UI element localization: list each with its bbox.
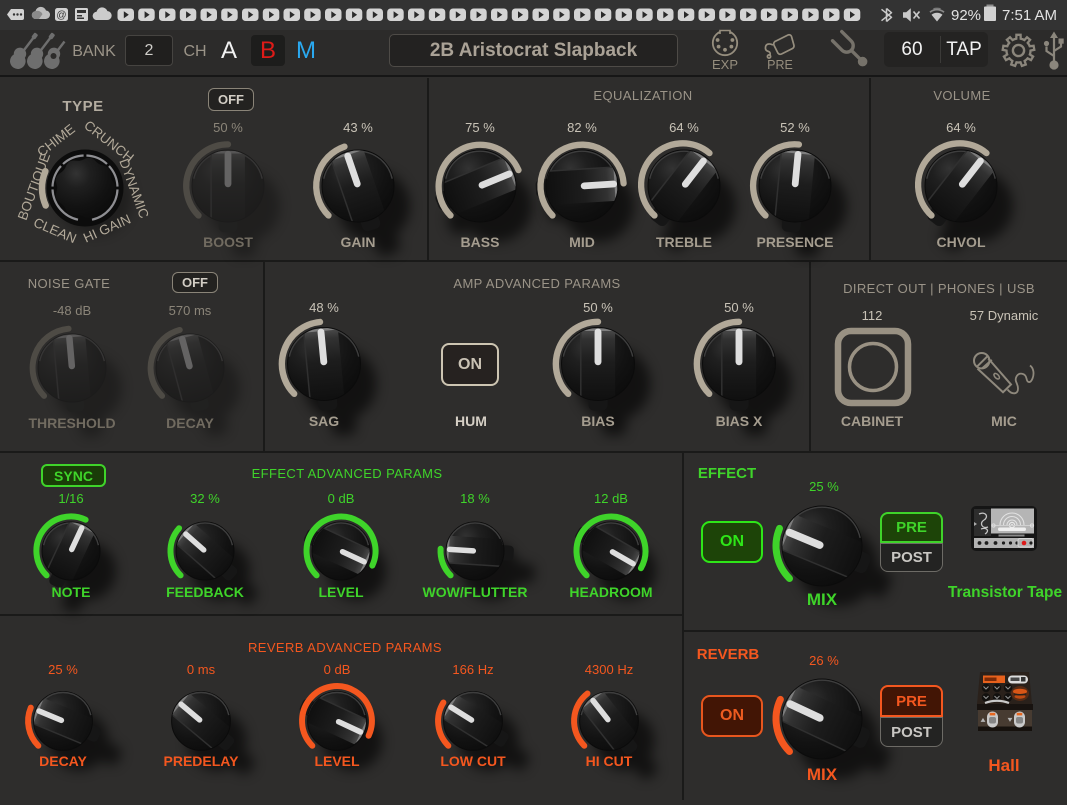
svg-text:7:51 AM: 7:51 AM [1002,7,1057,24]
svg-text:@: @ [56,10,66,21]
svg-text:92%: 92% [951,7,981,24]
svg-text:EXP: EXP [712,57,738,71]
